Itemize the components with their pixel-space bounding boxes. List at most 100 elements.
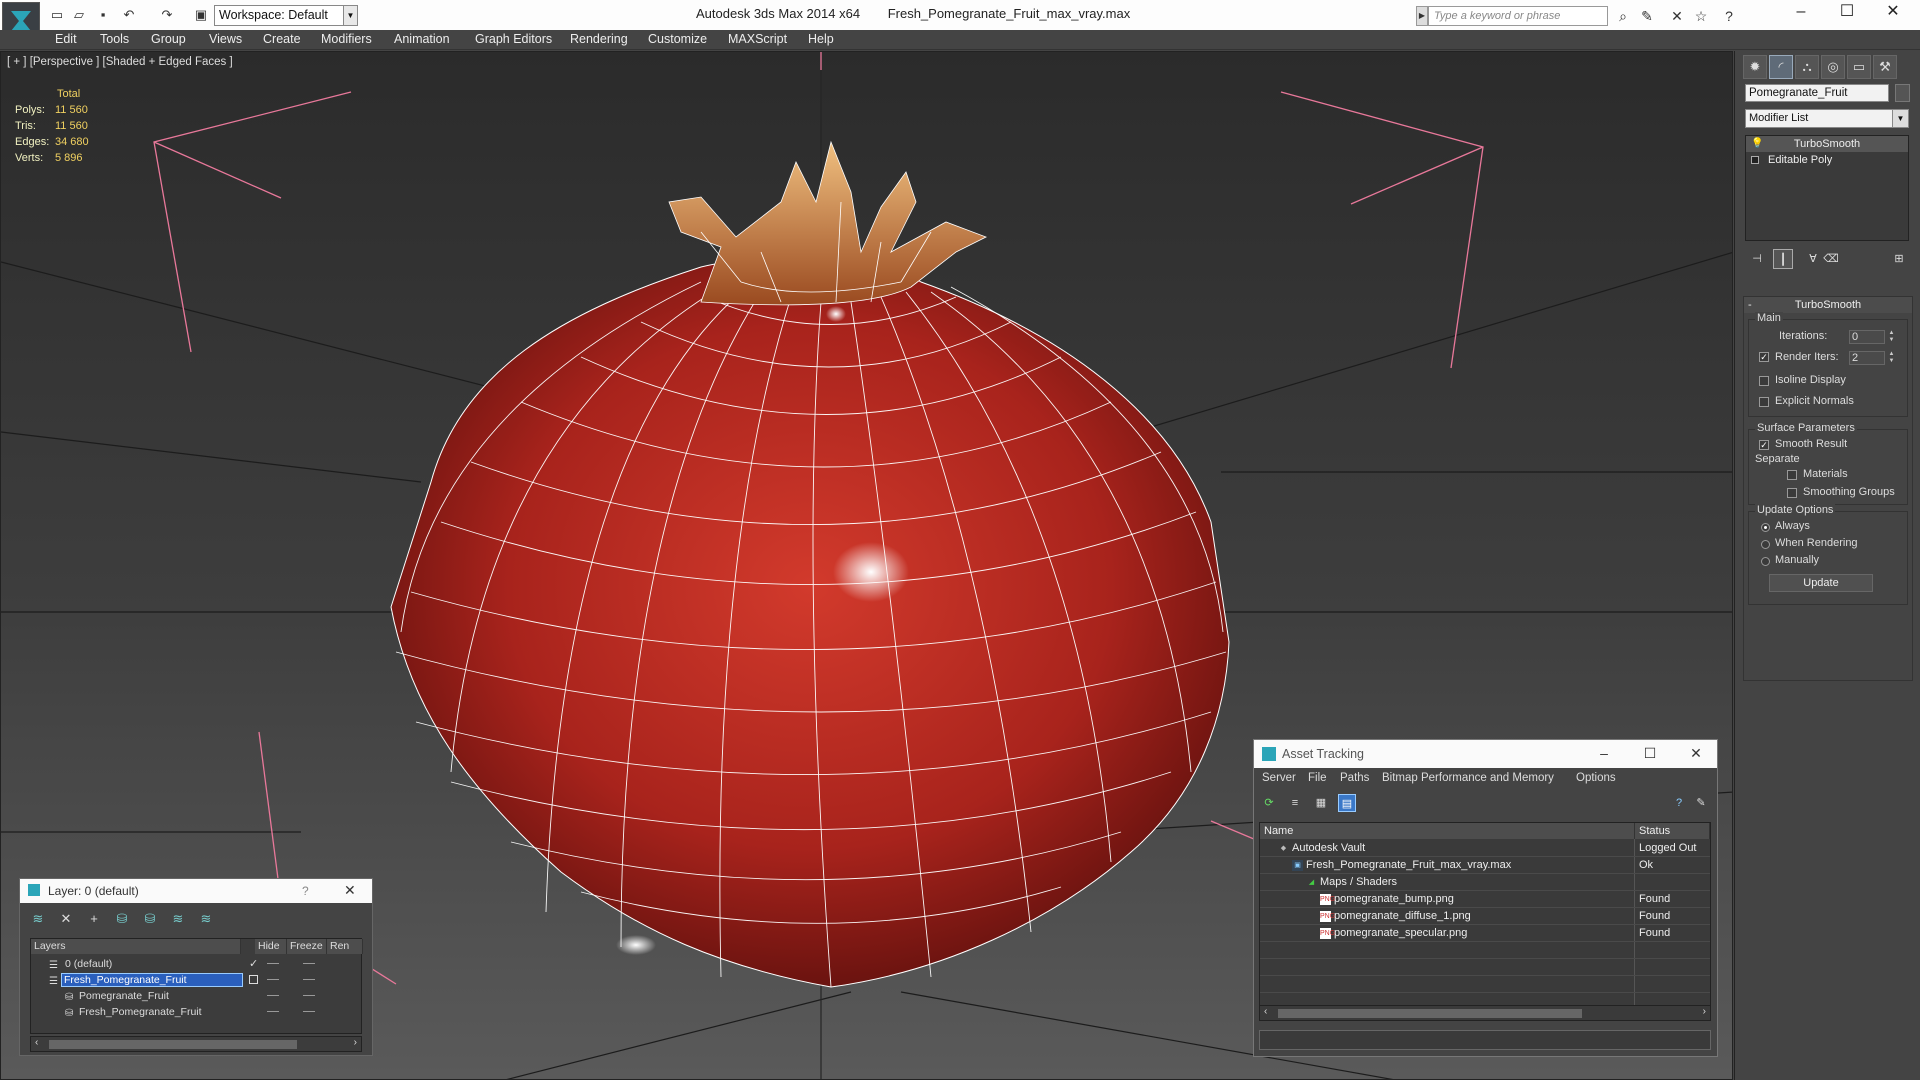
highlight-layer-icon[interactable]: ⛁ — [140, 909, 160, 929]
scroll-right-icon[interactable]: › — [354, 1037, 357, 1048]
menu-server[interactable]: Server — [1262, 772, 1296, 784]
create-tab-icon[interactable]: ✹ — [1743, 55, 1767, 79]
search-input[interactable]: Type a keyword or phrase — [1428, 6, 1608, 26]
materials-checkbox[interactable] — [1787, 470, 1797, 480]
asset-row[interactable]: ◆ Autodesk Vault Logged Out — [1260, 840, 1710, 857]
scroll-left-icon[interactable]: ‹ — [35, 1037, 38, 1048]
hide-toggle[interactable] — [267, 979, 279, 980]
menu-options[interactable]: Options — [1576, 772, 1616, 784]
add-to-layer-icon[interactable]: + — [84, 909, 104, 929]
freeze-toggle[interactable] — [303, 963, 315, 964]
asset-row[interactable]: PNG pomegranate_bump.png Found — [1260, 891, 1710, 908]
asset-row[interactable]: PNG pomegranate_diffuse_1.png Found — [1260, 908, 1710, 925]
menu-group[interactable]: Group — [151, 32, 186, 46]
menu-bitmap-performance[interactable]: Bitmap Performance and Memory — [1382, 772, 1554, 784]
hide-toggle[interactable] — [267, 963, 279, 964]
binoculars-icon[interactable]: ⌕ — [1612, 6, 1634, 26]
maximize-button[interactable]: ☐ — [1628, 740, 1672, 768]
remove-modifier-icon[interactable]: ⌫ — [1821, 249, 1841, 269]
display-tab-icon[interactable]: ▭ — [1847, 55, 1871, 79]
menu-help[interactable]: Help — [808, 32, 834, 46]
freeze-toggle[interactable] — [303, 979, 315, 980]
asset-row[interactable]: ▣ Fresh_Pomegranate_Fruit_max_vray.max O… — [1260, 857, 1710, 874]
table-view-icon[interactable]: ▤ — [1338, 794, 1356, 812]
smoothing-groups-checkbox[interactable] — [1787, 488, 1797, 498]
hide-toggle[interactable] — [267, 995, 279, 996]
open-file-icon[interactable]: ▱ — [70, 6, 88, 24]
menu-file[interactable]: File — [1308, 772, 1327, 784]
menu-edit[interactable]: Edit — [55, 32, 77, 46]
col-status[interactable]: Status — [1635, 823, 1710, 839]
spinner-arrows-icon[interactable]: ▲ ▼ — [1887, 351, 1896, 365]
modifier-list-dropdown[interactable]: Modifier List ▼ — [1745, 109, 1909, 128]
explicit-normals-checkbox[interactable] — [1759, 397, 1769, 407]
smooth-result-checkbox[interactable]: ✓ — [1759, 440, 1769, 450]
freeze-toggle[interactable] — [303, 1011, 315, 1012]
pin-stack-icon[interactable]: ⊣ — [1747, 249, 1767, 269]
configure-sets-icon[interactable]: ⊞ — [1889, 249, 1909, 269]
hide-toggle[interactable] — [267, 1011, 279, 1012]
rollout-header[interactable]: - TurboSmooth — [1744, 297, 1912, 313]
menu-customize[interactable]: Customize — [648, 32, 707, 46]
col-layers[interactable]: Layers — [31, 939, 241, 954]
always-radio[interactable] — [1761, 523, 1770, 532]
object-name-field[interactable]: Pomegranate_Fruit — [1745, 84, 1889, 102]
when-rendering-radio[interactable] — [1761, 540, 1770, 549]
render-iters-checkbox[interactable]: ✓ — [1759, 352, 1769, 362]
maximize-button[interactable]: ☐ — [1824, 0, 1870, 26]
menu-paths[interactable]: Paths — [1340, 772, 1369, 784]
thumbnail-view-icon[interactable]: ▦ — [1312, 794, 1330, 812]
hide-all-icon[interactable]: ≋ — [168, 909, 188, 929]
asset-row[interactable]: PNG pomegranate_specular.png Found — [1260, 925, 1710, 942]
help-button[interactable]: ? — [302, 884, 309, 898]
isoline-checkbox[interactable] — [1759, 376, 1769, 386]
freeze-toggle[interactable] — [303, 995, 315, 996]
lightbulb-icon[interactable]: 💡 — [1751, 138, 1763, 149]
horizontal-scrollbar[interactable]: ‹ › — [1259, 1005, 1711, 1021]
undo-icon[interactable]: ↶ — [120, 6, 138, 24]
show-end-result-icon[interactable]: ┃ — [1773, 249, 1793, 269]
scroll-right-icon[interactable]: › — [1703, 1006, 1706, 1017]
layer-dialog-titlebar[interactable]: Layer: 0 (default) ? ✕ — [20, 879, 372, 903]
path-field[interactable] — [1259, 1030, 1711, 1050]
layer-row[interactable]: ☰ Fresh_Pomegranate_Fruit — [31, 972, 361, 988]
settings-icon[interactable]: ✎ — [1692, 794, 1710, 812]
menu-views[interactable]: Views — [209, 32, 242, 46]
horizontal-scrollbar[interactable]: ‹ › — [30, 1036, 362, 1052]
modify-tab-icon[interactable]: ◜ — [1769, 55, 1793, 79]
create-layer-icon[interactable]: ≋ — [28, 909, 48, 929]
pomegranate-mesh[interactable] — [390, 258, 1230, 988]
menu-animation[interactable]: Animation — [394, 32, 450, 46]
refresh-icon[interactable]: ⟳ — [1260, 794, 1278, 812]
update-button[interactable]: Update — [1769, 574, 1873, 592]
manually-radio[interactable] — [1761, 557, 1770, 566]
select-objects-icon[interactable]: ⛁ — [112, 909, 132, 929]
perspective-viewport[interactable]: [ + ] [Perspective ] [Shaded + Edged Fac… — [0, 51, 1733, 1080]
communication-icon[interactable]: ✕ — [1666, 6, 1688, 26]
redo-icon[interactable]: ↷ — [158, 6, 176, 24]
help-icon[interactable]: ? — [1718, 6, 1740, 26]
viewport-label[interactable]: [ + ] [Perspective ] [Shaded + Edged Fac… — [7, 56, 233, 68]
menu-tools[interactable]: Tools — [100, 32, 129, 46]
object-color-swatch[interactable] — [1895, 84, 1910, 102]
col-name[interactable]: Name — [1260, 823, 1635, 839]
asset-row[interactable]: ◢ Maps / Shaders — [1260, 874, 1710, 891]
layer-row[interactable]: ⛁ Fresh_Pomegranate_Fruit — [31, 1004, 361, 1020]
project-folder-icon[interactable]: ▣ — [192, 6, 210, 24]
collapse-icon[interactable]: - — [1748, 297, 1752, 313]
col-freeze[interactable]: Freeze — [287, 939, 327, 954]
delete-layer-icon[interactable]: ✕ — [56, 909, 76, 929]
col-render[interactable]: Ren — [327, 939, 363, 954]
stack-item-turbosmooth[interactable]: 💡 TurboSmooth — [1746, 136, 1908, 152]
help-icon[interactable]: ? — [1670, 794, 1688, 812]
menu-graph-editors[interactable]: Graph Editors — [475, 32, 552, 46]
layer-row[interactable]: ⛁ Pomegranate_Fruit — [31, 988, 361, 1004]
minimize-button[interactable]: – — [1778, 0, 1824, 26]
hierarchy-tab-icon[interactable]: ⛬ — [1795, 55, 1819, 79]
subscription-icon[interactable]: ✎ — [1636, 6, 1658, 26]
col-hide[interactable]: Hide — [255, 939, 287, 954]
favorites-star-icon[interactable]: ☆ — [1690, 6, 1712, 26]
expand-icon[interactable] — [1751, 156, 1759, 164]
stack-item-editable-poly[interactable]: Editable Poly — [1746, 152, 1908, 168]
close-icon[interactable]: ✕ — [344, 882, 356, 899]
